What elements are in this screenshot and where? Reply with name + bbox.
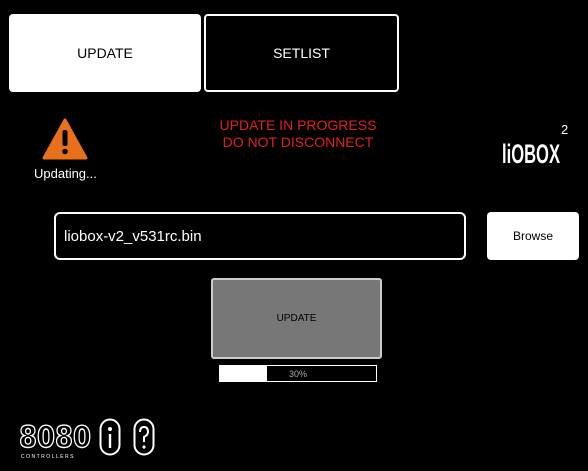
tab-setlist[interactable]: SETLIST bbox=[204, 14, 399, 92]
browse-button-label: Browse bbox=[512, 229, 553, 243]
brand-sub: CONTROLLERS bbox=[21, 454, 75, 460]
tab-update-label: UPDATE bbox=[77, 45, 133, 61]
browse-button[interactable]: Browse bbox=[487, 212, 579, 260]
liobox-logo: liOBOX 2 bbox=[502, 122, 568, 169]
logo-text: liOBOX bbox=[502, 139, 560, 169]
tab-update[interactable]: UPDATE bbox=[9, 14, 201, 92]
warning-icon bbox=[42, 118, 88, 160]
update-progress-bar: 30% bbox=[219, 365, 377, 382]
firmware-file-field[interactable]: liobox-v2_v531rc.bin bbox=[54, 212, 466, 260]
update-button-label: UPDATE bbox=[276, 313, 317, 324]
logo-superscript: 2 bbox=[561, 122, 568, 137]
brand-main: 8080 bbox=[19, 420, 91, 454]
info-icon[interactable] bbox=[99, 418, 121, 456]
tab-setlist-label: SETLIST bbox=[273, 45, 330, 61]
progress-label: 30% bbox=[288, 368, 307, 379]
alert-line-1: UPDATE IN PROGRESS bbox=[219, 117, 377, 133]
help-icon[interactable] bbox=[133, 418, 155, 456]
update-status-text: Updating... bbox=[34, 166, 97, 181]
update-button[interactable]: UPDATE bbox=[211, 278, 382, 359]
alert-line-2: DO NOT DISCONNECT bbox=[222, 134, 374, 150]
8080-controllers-logo: 8080 CONTROLLERS bbox=[18, 419, 91, 460]
firmware-file-value: liobox-v2_v531rc.bin bbox=[64, 227, 202, 245]
